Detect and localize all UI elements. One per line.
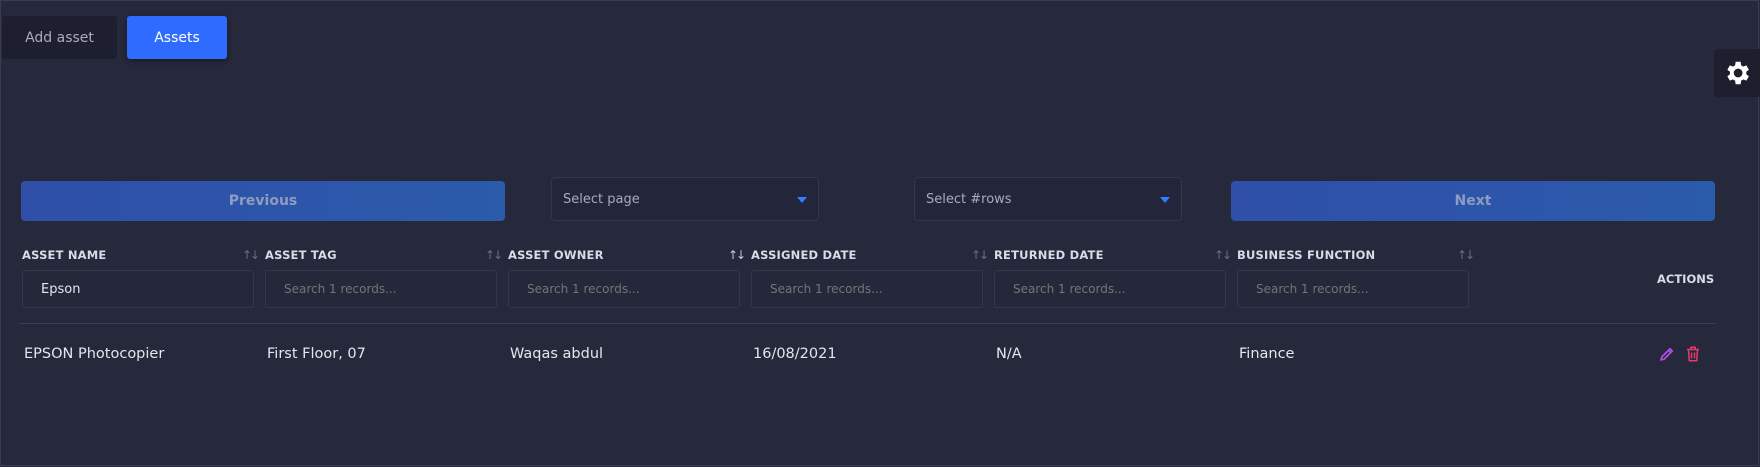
assigned-date-filter-input[interactable]: [751, 270, 983, 308]
header-divider: [19, 323, 1716, 324]
delete-button[interactable]: [1684, 345, 1702, 367]
col-header-returned-date[interactable]: RETURNED DATE: [994, 248, 1104, 262]
next-button[interactable]: Next: [1231, 181, 1715, 221]
top-tabs: Add asset Assets: [2, 16, 227, 59]
add-asset-tab[interactable]: Add asset: [2, 16, 117, 59]
previous-button[interactable]: Previous: [21, 181, 505, 221]
sort-icon[interactable]: ↑↓: [971, 248, 989, 262]
cell-asset-owner: Waqas abdul: [510, 346, 604, 362]
trash-icon: [1687, 346, 1699, 362]
cell-asset-name: EPSON Photocopier: [24, 346, 165, 362]
returned-date-filter-input[interactable]: [994, 270, 1226, 308]
col-header-asset-owner[interactable]: ASSET OWNER: [508, 248, 604, 262]
select-rows-label: Select #rows: [926, 191, 1012, 207]
gear-icon: [1727, 61, 1749, 85]
caret-down-icon: [1160, 197, 1170, 203]
asset-owner-filter-input[interactable]: [508, 270, 740, 308]
cell-asset-tag: First Floor, 07: [267, 346, 366, 362]
cell-assigned-date: 16/08/2021: [753, 346, 837, 362]
pagination-bar: Previous Select page Select #rows Next: [0, 177, 1760, 223]
pencil-icon: [1660, 347, 1674, 361]
cell-returned-date: N/A: [996, 346, 1022, 362]
select-rows-dropdown[interactable]: Select #rows: [914, 177, 1182, 221]
sort-asc-icon[interactable]: ↑↓: [728, 248, 746, 262]
sort-icon[interactable]: ↑↓: [1214, 248, 1232, 262]
edit-button[interactable]: [1658, 345, 1676, 367]
caret-down-icon: [797, 197, 807, 203]
sort-icon[interactable]: ↑↓: [1457, 248, 1475, 262]
col-header-business-function[interactable]: BUSINESS FUNCTION: [1237, 248, 1375, 262]
col-header-asset-name[interactable]: ASSET NAME: [22, 248, 106, 262]
business-function-filter-input[interactable]: [1237, 270, 1469, 308]
settings-button[interactable]: [1714, 49, 1760, 97]
sort-icon[interactable]: ↑↓: [485, 248, 503, 262]
asset-name-filter-input[interactable]: [22, 270, 254, 308]
asset-tag-filter-input[interactable]: [265, 270, 497, 308]
page-frame: [0, 0, 1759, 466]
cell-business-function: Finance: [1239, 346, 1295, 362]
select-page-label: Select page: [563, 191, 640, 207]
col-header-assigned-date[interactable]: ASSIGNED DATE: [751, 248, 857, 262]
select-page-dropdown[interactable]: Select page: [551, 177, 819, 221]
sort-icon[interactable]: ↑↓: [242, 248, 260, 262]
assets-tab[interactable]: Assets: [127, 16, 227, 59]
col-header-asset-tag[interactable]: ASSET TAG: [265, 248, 337, 262]
col-header-actions: ACTIONS: [1657, 272, 1715, 286]
